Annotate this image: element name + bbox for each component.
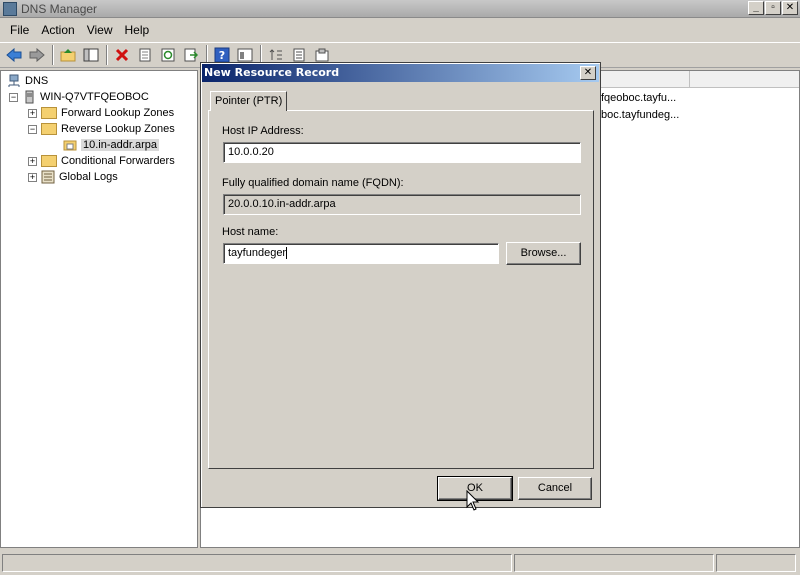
- toolbar-separator: [106, 45, 108, 65]
- tree-item-dns[interactable]: DNS: [7, 73, 48, 89]
- tree-label-forward-zones: Forward Lookup Zones: [61, 107, 175, 119]
- menubar: File Action View Help: [0, 19, 800, 41]
- text-caret: [286, 247, 288, 260]
- browse-button[interactable]: Browse...: [506, 242, 581, 265]
- collapse-icon[interactable]: −: [9, 92, 18, 102]
- folder-open-icon: [41, 123, 57, 135]
- tree-label-server: WIN-Q7VTFQEOBOC: [40, 91, 149, 103]
- tree-label-dns: DNS: [25, 75, 49, 87]
- tree-item-zone[interactable]: 10.in-addr.arpa: [63, 137, 159, 153]
- status-panel: [514, 554, 714, 572]
- expand-icon[interactable]: +: [28, 172, 37, 182]
- expand-icon[interactable]: +: [28, 108, 37, 118]
- tab-pointer-ptr[interactable]: Pointer (PTR): [210, 91, 287, 111]
- close-button[interactable]: ✕: [782, 1, 798, 15]
- tree-item-global-logs[interactable]: + Global Logs: [28, 169, 118, 185]
- collapse-icon[interactable]: −: [28, 124, 37, 134]
- delete-icon[interactable]: [111, 44, 133, 66]
- console-tree: DNS − WIN-Q7VTFQEOBOC + Forward Lookup Z…: [0, 70, 198, 548]
- tree-item-conditional-forwarders[interactable]: + Conditional Forwarders: [28, 153, 175, 169]
- back-icon[interactable]: [3, 44, 25, 66]
- properties-icon[interactable]: [134, 44, 156, 66]
- host-name-input[interactable]: tayfundeger: [223, 243, 499, 264]
- export-icon[interactable]: [180, 44, 202, 66]
- tree-label-zone: 10.in-addr.arpa: [81, 139, 159, 151]
- column-divider[interactable]: [689, 71, 690, 88]
- record-row[interactable]: boc.tayfundeg...: [601, 109, 679, 121]
- refresh-icon[interactable]: [157, 44, 179, 66]
- tab-panel: Host IP Address: 10.0.0.20 Fully qualifi…: [208, 110, 594, 469]
- statusbar: [0, 551, 800, 575]
- tree-item-server[interactable]: − WIN-Q7VTFQEOBOC: [9, 89, 149, 105]
- svg-text:?: ?: [219, 49, 225, 62]
- dialog-close-button[interactable]: ✕: [580, 66, 596, 80]
- zone-icon: [63, 140, 77, 151]
- folder-icon: [41, 107, 57, 119]
- menu-action[interactable]: Action: [35, 23, 80, 37]
- menu-file[interactable]: File: [4, 23, 35, 37]
- host-ip-field[interactable]: 10.0.0.20: [223, 142, 581, 163]
- dialog-title: New Resource Record: [204, 66, 340, 79]
- logs-icon: [41, 170, 55, 184]
- folder-icon: [41, 155, 57, 167]
- server-icon: [25, 90, 34, 104]
- fqdn-label: Fully qualified domain name (FQDN):: [222, 177, 404, 189]
- dns-manager-icon: [3, 1, 17, 16]
- up-folder-icon[interactable]: [57, 44, 79, 66]
- new-resource-record-dialog: New Resource Record ✕ Pointer (PTR) Host…: [200, 62, 601, 508]
- forward-icon[interactable]: [26, 44, 48, 66]
- tree-label-global-logs: Global Logs: [59, 171, 118, 183]
- status-panel: [2, 554, 512, 572]
- tree-item-reverse-zones[interactable]: − Reverse Lookup Zones: [28, 121, 175, 137]
- window-title: DNS Manager: [21, 1, 98, 16]
- record-row[interactable]: fqeoboc.tayfu...: [601, 92, 676, 104]
- show-hide-tree-icon[interactable]: [80, 44, 102, 66]
- expand-icon[interactable]: +: [28, 156, 37, 166]
- status-panel: [716, 554, 796, 572]
- host-name-value: tayfundeger: [228, 247, 287, 259]
- window-titlebar: DNS Manager _ ▫ ✕: [0, 0, 800, 18]
- tree-label-reverse-zones: Reverse Lookup Zones: [61, 123, 175, 135]
- menu-help[interactable]: Help: [119, 23, 156, 37]
- cancel-button[interactable]: Cancel: [518, 477, 592, 500]
- host-ip-label: Host IP Address:: [222, 125, 304, 137]
- minimize-button[interactable]: _: [748, 1, 764, 15]
- toolbar-separator: [52, 45, 54, 65]
- fqdn-field: 20.0.0.10.in-addr.arpa: [223, 194, 581, 215]
- tree-item-forward-zones[interactable]: + Forward Lookup Zones: [28, 105, 174, 121]
- dns-icon: [8, 74, 20, 87]
- dialog-titlebar: New Resource Record ✕: [202, 64, 599, 82]
- restore-button[interactable]: ▫: [765, 1, 781, 15]
- tree-label-conditional-forwarders: Conditional Forwarders: [61, 155, 175, 167]
- host-name-label: Host name:: [222, 226, 279, 238]
- menu-view[interactable]: View: [81, 23, 119, 37]
